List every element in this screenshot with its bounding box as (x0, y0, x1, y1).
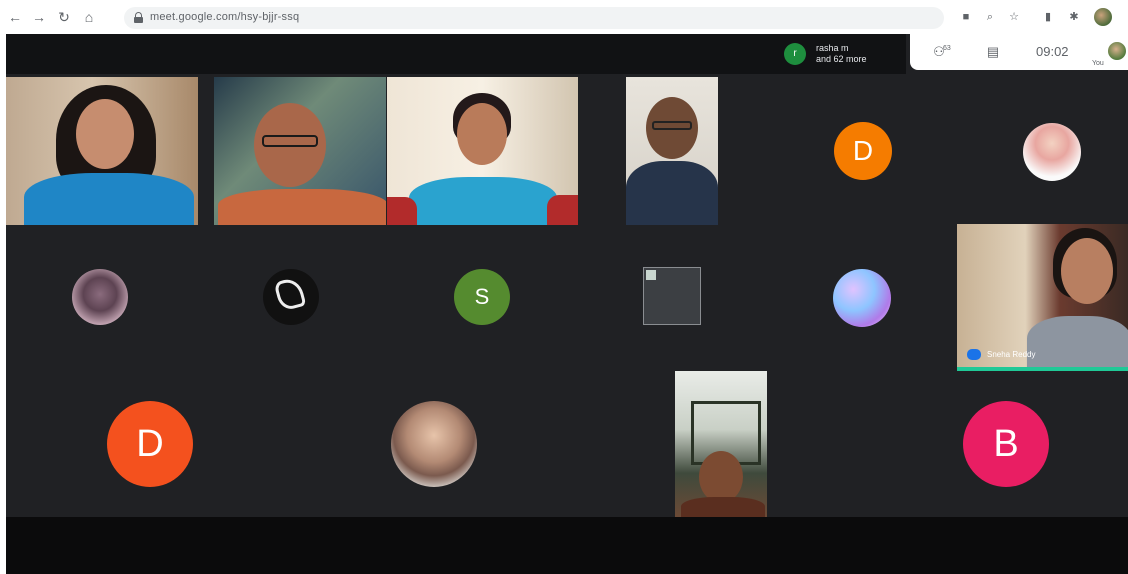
video-tile-man-glasses[interactable] (214, 77, 386, 225)
meet-toolbar: ⚇ 63 ▤ 09:02 You (910, 34, 1128, 70)
speaking-icon (967, 349, 981, 360)
profile-icon[interactable] (1094, 8, 1112, 26)
meet-stage: r rasha m and 62 more ⚇63 ▤ 09:02 You D (6, 34, 1128, 574)
forward-icon[interactable]: → (30, 8, 48, 26)
participant-avatar-d[interactable]: D (107, 401, 193, 487)
face (699, 451, 743, 503)
image-placeholder-icon (646, 270, 656, 280)
top-strip (6, 34, 906, 74)
joined-avatar: r (784, 43, 806, 65)
browser-toolbar: ← → ↻ ⌂ meet.google.com/hsy-bjjr-ssq ■ ⌕… (0, 0, 1128, 34)
participant-camera-off-tile[interactable] (643, 267, 701, 325)
face (1061, 238, 1113, 304)
face (457, 103, 507, 165)
self-avatar[interactable] (1106, 40, 1128, 62)
video-tile-young-man[interactable] (675, 371, 767, 517)
video-tile-woman-blue[interactable] (6, 77, 198, 225)
glasses-icon (652, 121, 692, 130)
back-icon[interactable]: ← (6, 8, 24, 26)
url-text: meet.google.com/hsy-bjjr-ssq (150, 11, 300, 23)
chair (387, 197, 417, 225)
video-tile-man-headset[interactable] (626, 77, 718, 225)
video-tile-woman-teal[interactable] (387, 77, 578, 225)
participant-photo-avatar[interactable] (1023, 123, 1081, 181)
active-speaker-indicator (957, 367, 1128, 371)
address-bar[interactable]: meet.google.com/hsy-bjjr-ssq (124, 7, 944, 29)
bottom-bar (6, 517, 1128, 574)
participant-avatar-s[interactable]: S (454, 269, 510, 325)
puzzle-icon[interactable]: ✱ (1066, 9, 1082, 25)
home-icon[interactable]: ⌂ (80, 8, 98, 26)
shirt (218, 189, 386, 225)
participant-avatar-b[interactable]: B (963, 401, 1049, 487)
chair (547, 195, 578, 225)
participant-photo-avatar[interactable] (72, 269, 128, 325)
shirt (409, 177, 557, 225)
chat-icon[interactable]: ▤ (982, 43, 1004, 61)
video-tile-active-speaker[interactable]: Sneha Reddy (957, 224, 1128, 371)
participant-photo-avatar[interactable] (391, 401, 477, 487)
speaker-name: Sneha Reddy (987, 350, 1036, 359)
people-icon[interactable]: ⚇ 63 (928, 43, 951, 61)
joined-text: rasha m and 62 more (816, 43, 896, 65)
joined-more: and 62 more (816, 54, 867, 64)
extension-icon[interactable]: ▮ (1040, 9, 1056, 25)
participant-logo-avatar[interactable] (263, 269, 319, 325)
shirt (1027, 316, 1128, 371)
logo-icon (273, 276, 307, 312)
meeting-clock: 09:02 (1036, 44, 1069, 59)
star-icon[interactable]: ☆ (1006, 9, 1022, 25)
participant-avatar-d[interactable]: D (834, 122, 892, 180)
camera-icon[interactable]: ■ (958, 9, 974, 25)
lock-icon (134, 12, 143, 23)
shirt (681, 497, 765, 517)
joined-name: rasha m (816, 43, 849, 53)
shirt (24, 173, 194, 225)
zoom-icon[interactable]: ⌕ (982, 9, 998, 25)
participant-photo-avatar[interactable] (833, 269, 891, 327)
shirt (626, 161, 718, 225)
self-label: You (1092, 60, 1104, 67)
people-count: 63 (943, 45, 951, 52)
glasses-icon (262, 135, 318, 147)
face (76, 99, 134, 169)
reload-icon[interactable]: ↻ (55, 8, 73, 26)
